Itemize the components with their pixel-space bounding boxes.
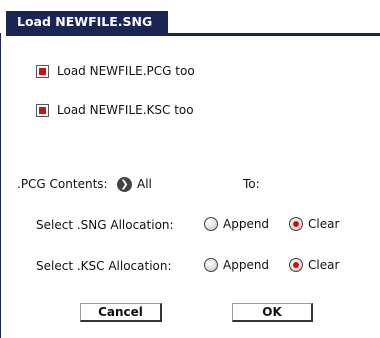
sng-clear-radio[interactable]: Clear xyxy=(289,217,339,231)
pcg-contents-label: .PCG Contents: xyxy=(17,177,108,191)
ksc-append-radio[interactable]: Append xyxy=(204,258,269,272)
sng-clear-radio-icon[interactable] xyxy=(289,217,303,231)
load-ksc-label: Load NEWFILE.KSC too xyxy=(57,103,194,117)
ksc-clear-label: Clear xyxy=(308,258,340,272)
sng-append-radio-icon[interactable] xyxy=(204,217,218,231)
ok-button[interactable]: OK xyxy=(232,303,313,322)
ksc-allocation-label: Select .KSC Allocation: xyxy=(36,259,172,273)
sng-clear-label: Clear xyxy=(308,217,340,231)
ksc-append-label: Append xyxy=(223,258,270,272)
sng-append-radio[interactable]: Append xyxy=(204,217,269,231)
cancel-button[interactable]: Cancel xyxy=(80,303,162,322)
ksc-append-radio-icon[interactable] xyxy=(204,258,218,272)
sng-append-label: Append xyxy=(223,217,270,231)
load-ksc-option[interactable]: Load NEWFILE.KSC too xyxy=(36,103,194,117)
pcg-to-label: To: xyxy=(243,177,260,191)
pcg-contents-value[interactable]: All xyxy=(137,177,152,191)
ksc-clear-radio-icon[interactable] xyxy=(289,258,303,272)
sng-allocation-label: Select .SNG Allocation: xyxy=(36,218,174,232)
load-ksc-checkbox[interactable] xyxy=(36,103,49,117)
dialog-left-edge xyxy=(0,33,1,338)
ksc-clear-radio[interactable]: Clear xyxy=(289,258,339,272)
pcg-contents-arrow-icon[interactable]: ❯ xyxy=(117,177,132,192)
load-pcg-checkbox[interactable] xyxy=(36,64,49,78)
load-pcg-label: Load NEWFILE.PCG too xyxy=(57,64,195,78)
title-rule xyxy=(6,33,380,36)
load-pcg-option[interactable]: Load NEWFILE.PCG too xyxy=(36,64,195,78)
title-bar: Load NEWFILE.SNG xyxy=(6,11,168,33)
